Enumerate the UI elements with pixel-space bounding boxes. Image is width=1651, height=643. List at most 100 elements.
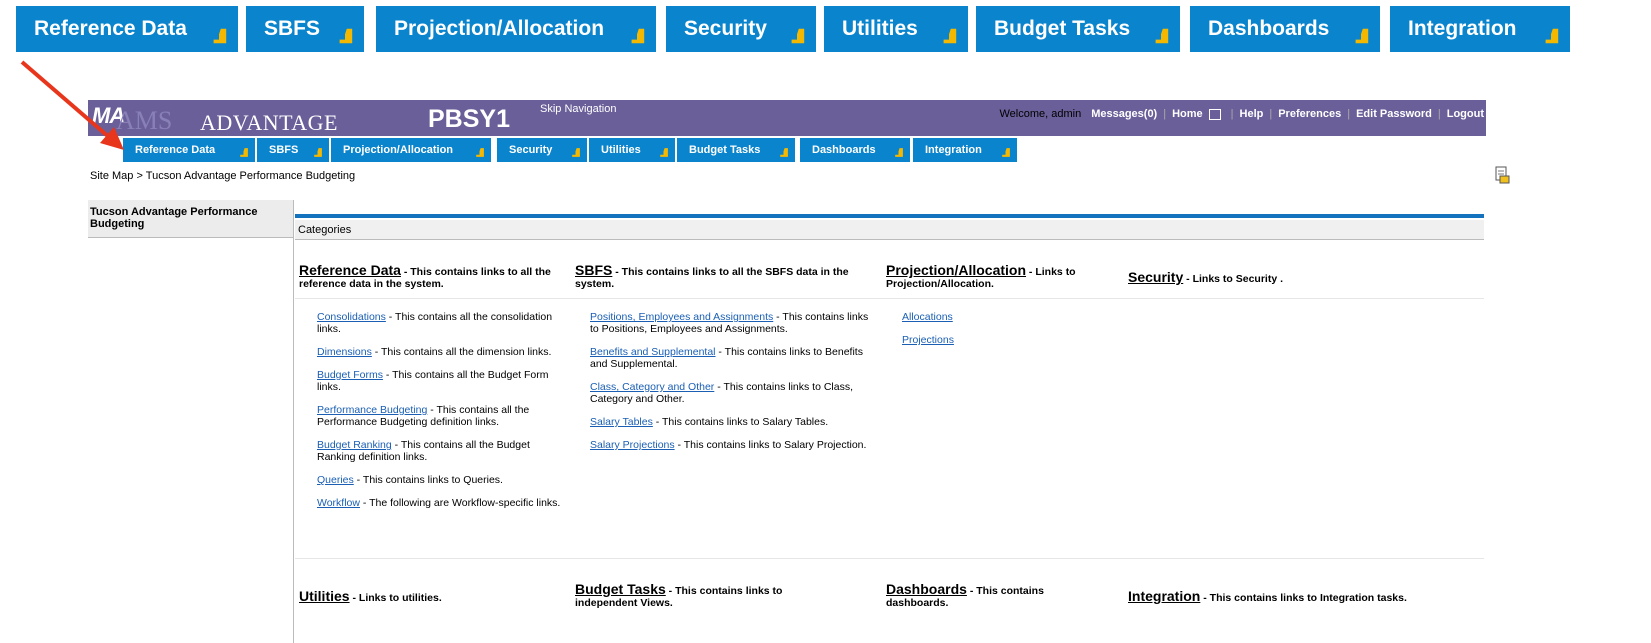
tab-sbfs[interactable]: SBFS [257, 138, 329, 162]
section-title-link[interactable]: Reference Data [299, 262, 401, 278]
salary-projections-link[interactable]: Salary Projections [590, 439, 675, 451]
benefits-supplemental-link[interactable]: Benefits and Supplemental [590, 346, 716, 358]
new-window-icon[interactable] [1208, 108, 1221, 120]
section-budget-tasks: Budget Tasks - This contains links to in… [575, 581, 835, 609]
tab-label: Budget Tasks [689, 144, 761, 156]
dimensions-link[interactable]: Dimensions [317, 346, 372, 358]
projections-link[interactable]: Projections [902, 334, 954, 346]
section-title-link[interactable]: Budget Tasks [575, 581, 666, 597]
divider [295, 298, 1484, 299]
big-tab-dashboards[interactable]: Dashboards [1190, 6, 1380, 52]
list-item: Class, Category and Other - This contain… [590, 381, 870, 405]
separator: | [1230, 108, 1234, 120]
big-tab-label: Utilities [842, 17, 918, 40]
queries-link[interactable]: Queries [317, 474, 354, 486]
edit-password-link[interactable]: Edit Password [1356, 108, 1432, 120]
skip-navigation-link[interactable]: Skip Navigation [540, 103, 616, 115]
section-security: Security - Links to Security . [1128, 269, 1478, 285]
item-desc: - This contains links to Salary Tables. [652, 416, 829, 428]
tab-utilities[interactable]: Utilities [589, 138, 675, 162]
arrow-down-right-icon [210, 27, 228, 45]
arrow-down-right-icon [778, 147, 789, 158]
app-header: MA AMS ADVANTAGE PBSY1 Skip Navigation W… [88, 100, 1486, 136]
class-category-other-link[interactable]: Class, Category and Other [590, 381, 714, 393]
list-item: Salary Projections - This contains links… [590, 439, 870, 451]
top-tab-bar: Reference Data SBFS Projection/Allocatio… [0, 0, 1651, 58]
section-desc: - Links to Security . [1183, 273, 1284, 285]
section-projection-allocation: Projection/Allocation - Links to Project… [886, 262, 1111, 290]
breadcrumb-root[interactable]: Site Map [90, 170, 133, 182]
tab-integration[interactable]: Integration [913, 138, 1017, 162]
messages-link[interactable]: Messages(0) [1091, 108, 1157, 120]
home-link[interactable]: Home [1172, 108, 1203, 120]
section-title-link[interactable]: Dashboards [886, 581, 967, 597]
consolidations-link[interactable]: Consolidations [317, 311, 386, 323]
breadcrumb: Site Map > Tucson Advantage Performance … [90, 170, 355, 182]
big-tab-sbfs[interactable]: SBFS [246, 6, 364, 52]
big-tab-projection-allocation[interactable]: Projection/Allocation [376, 6, 656, 52]
arrow-down-right-icon [658, 147, 669, 158]
categories-header: Categories [295, 220, 1484, 240]
tab-budget-tasks[interactable]: Budget Tasks [677, 138, 795, 162]
sbfs-list: Positions, Employees and Assignments - T… [590, 311, 870, 462]
divider [293, 200, 294, 643]
logo-ams: AMS [116, 106, 173, 135]
section-title-link[interactable]: Utilities [299, 588, 350, 604]
tab-projection-allocation[interactable]: Projection/Allocation [331, 138, 491, 162]
section-title-link[interactable]: Security [1128, 269, 1183, 285]
left-nav: Tucson Advantage Performance Budgeting [88, 200, 294, 238]
item-desc: - This contains links to Queries. [353, 474, 503, 486]
separator: | [1437, 108, 1441, 120]
section-title-link[interactable]: SBFS [575, 262, 612, 278]
logout-link[interactable]: Logout [1447, 108, 1484, 120]
performance-budgeting-link[interactable]: Performance Budgeting [317, 404, 427, 416]
list-item: Queries - This contains links to Queries… [317, 474, 562, 486]
list-item: Allocations [902, 311, 1102, 323]
left-nav-title[interactable]: Tucson Advantage Performance Budgeting [90, 206, 258, 230]
tab-dashboards[interactable]: Dashboards [800, 138, 910, 162]
preferences-link[interactable]: Preferences [1278, 108, 1341, 120]
arrow-down-right-icon [1000, 147, 1011, 158]
categories-label: Categories [298, 224, 352, 236]
arrow-down-right-icon [628, 27, 646, 45]
breadcrumb-current: Tucson Advantage Performance Budgeting [145, 170, 356, 182]
arrow-down-right-icon [336, 27, 354, 45]
budget-forms-link[interactable]: Budget Forms [317, 369, 383, 381]
big-tab-integration[interactable]: Integration [1390, 6, 1570, 52]
item-desc: - This contains links to Salary Projecti… [674, 439, 867, 451]
allocations-link[interactable]: Allocations [902, 311, 953, 323]
welcome-text: Welcome, admin [999, 108, 1082, 120]
budget-ranking-link[interactable]: Budget Ranking [317, 439, 392, 451]
tab-security[interactable]: Security [497, 138, 587, 162]
section-title-link[interactable]: Integration [1128, 588, 1200, 604]
section-desc: - This contains links to all the SBFS da… [575, 266, 849, 290]
section-sbfs: SBFS - This contains links to all the SB… [575, 262, 875, 290]
section-title-link[interactable]: Projection/Allocation [886, 262, 1026, 278]
projection-allocation-list: Allocations Projections [902, 311, 1102, 357]
help-link[interactable]: Help [1240, 108, 1264, 120]
arrow-down-right-icon [893, 147, 904, 158]
list-item: Positions, Employees and Assignments - T… [590, 311, 870, 335]
big-tab-budget-tasks[interactable]: Budget Tasks [976, 6, 1180, 52]
workflow-link[interactable]: Workflow [317, 497, 360, 509]
tab-label: Dashboards [812, 144, 876, 156]
separator: | [1163, 108, 1167, 120]
environment-name: PBSY1 [428, 105, 510, 133]
divider [295, 558, 1484, 559]
tab-reference-data[interactable]: Reference Data [123, 138, 255, 162]
arrow-down-right-icon [474, 147, 485, 158]
positions-employees-assignments-link[interactable]: Positions, Employees and Assignments [590, 311, 773, 323]
separator: | [1347, 108, 1351, 120]
section-integration: Integration - This contains links to Int… [1128, 588, 1488, 604]
arrow-down-right-icon [940, 27, 958, 45]
big-tab-label: Reference Data [34, 17, 187, 40]
big-tab-utilities[interactable]: Utilities [824, 6, 968, 52]
print-icon[interactable] [1494, 166, 1510, 184]
arrow-down-right-icon [312, 147, 323, 158]
logo-advantage: ADVANTAGE [200, 110, 338, 135]
big-tab-reference-data[interactable]: Reference Data [16, 6, 238, 52]
big-tab-security[interactable]: Security [666, 6, 816, 52]
salary-tables-link[interactable]: Salary Tables [590, 416, 653, 428]
breadcrumb-separator: > [136, 170, 143, 182]
list-item: Salary Tables - This contains links to S… [590, 416, 870, 428]
